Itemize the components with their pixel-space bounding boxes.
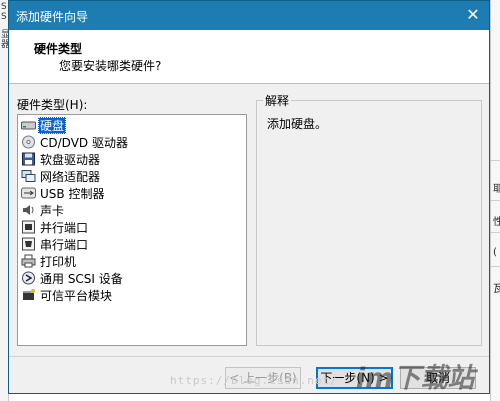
header-subtitle: 您要安装哪类硬件? — [59, 59, 162, 73]
list-item-label: 网络适配器 — [40, 169, 101, 184]
explanation-group: 解释 添加硬盘。 — [256, 92, 482, 346]
list-item-label: 软盘驱动器 — [40, 152, 101, 167]
explanation-title: 解释 — [263, 92, 292, 109]
network-adapter-icon — [21, 169, 36, 183]
list-item-label: 声卡 — [40, 203, 65, 218]
background-window-right: 耶 性 ( 瓦 — [490, 0, 500, 401]
hardware-type-label: 硬件类型(H): — [17, 98, 88, 112]
list-item-label: 可信平台模块 — [40, 288, 113, 303]
background-text: 瓦 — [493, 280, 500, 295]
background-text: 耶 — [493, 180, 500, 195]
list-item-sound-card[interactable]: 声卡 — [21, 202, 66, 218]
watermark-logo: im下载站 — [356, 363, 475, 394]
title-bar[interactable]: 添加硬件向导 ✕ — [9, 1, 489, 30]
background-divider — [491, 266, 500, 267]
header-title: 硬件类型 — [34, 42, 83, 56]
list-item-label: 串行端口 — [40, 237, 89, 252]
usb-icon — [21, 186, 36, 200]
list-item-label: USB 控制器 — [40, 186, 105, 201]
list-item-scsi-device[interactable]: 通用 SCSI 设备 — [21, 270, 125, 286]
add-hardware-wizard-dialog: 添加硬件向导 ✕ 硬件类型 您要安装哪类硬件? 硬件类型(H): 硬盘 CD/D… — [8, 0, 490, 394]
serial-port-icon — [21, 237, 36, 251]
background-text: S — [1, 2, 7, 12]
list-item-floppy[interactable]: 软盘驱动器 — [21, 151, 102, 167]
hardware-type-list[interactable]: 硬盘 CD/DVD 驱动器 软盘驱动器 网络适配器 USB 控制器 声卡 并行端… — [17, 114, 247, 346]
background-divider — [491, 200, 500, 201]
sound-card-icon — [21, 203, 36, 217]
list-item-label: 并行端口 — [40, 220, 89, 235]
background-text: 显 — [0, 30, 8, 40]
printer-icon — [21, 254, 36, 268]
background-text: 器 — [0, 40, 8, 50]
background-divider — [491, 160, 500, 161]
list-item-label: 打印机 — [40, 254, 77, 269]
window-title: 添加硬件向导 — [16, 10, 89, 24]
list-item-usb-controller[interactable]: USB 控制器 — [21, 185, 106, 201]
list-item-parallel-port[interactable]: 并行端口 — [21, 219, 90, 235]
list-item-tpm[interactable]: 可信平台模块 — [21, 287, 114, 303]
background-text: 性 — [493, 213, 500, 228]
list-item-label: CD/DVD 驱动器 — [40, 135, 128, 150]
list-item-network-adapter[interactable]: 网络适配器 — [21, 168, 102, 184]
list-item-label: 通用 SCSI 设备 — [40, 271, 123, 286]
scsi-icon — [21, 271, 36, 285]
background-text: S — [1, 12, 7, 22]
background-divider — [491, 232, 500, 233]
list-item-hard-disk[interactable]: 硬盘 — [21, 116, 67, 134]
watermark-url: https://blog.csdn.net/ — [170, 374, 338, 387]
tpm-icon — [21, 288, 36, 302]
floppy-icon — [21, 152, 36, 166]
list-item-printer[interactable]: 打印机 — [21, 253, 78, 269]
background-text: ( — [493, 247, 497, 258]
parallel-port-icon — [21, 220, 36, 234]
close-icon[interactable]: ✕ — [462, 4, 484, 26]
explanation-text: 添加硬盘。 — [267, 117, 328, 131]
hard-disk-icon — [21, 118, 36, 132]
wizard-header: 硬件类型 您要安装哪类硬件? — [9, 30, 489, 84]
list-item-label: 硬盘 — [38, 116, 67, 134]
list-item-cd-dvd[interactable]: CD/DVD 驱动器 — [21, 134, 130, 150]
cd-dvd-icon — [21, 135, 36, 149]
list-item-serial-port[interactable]: 串行端口 — [21, 236, 90, 252]
